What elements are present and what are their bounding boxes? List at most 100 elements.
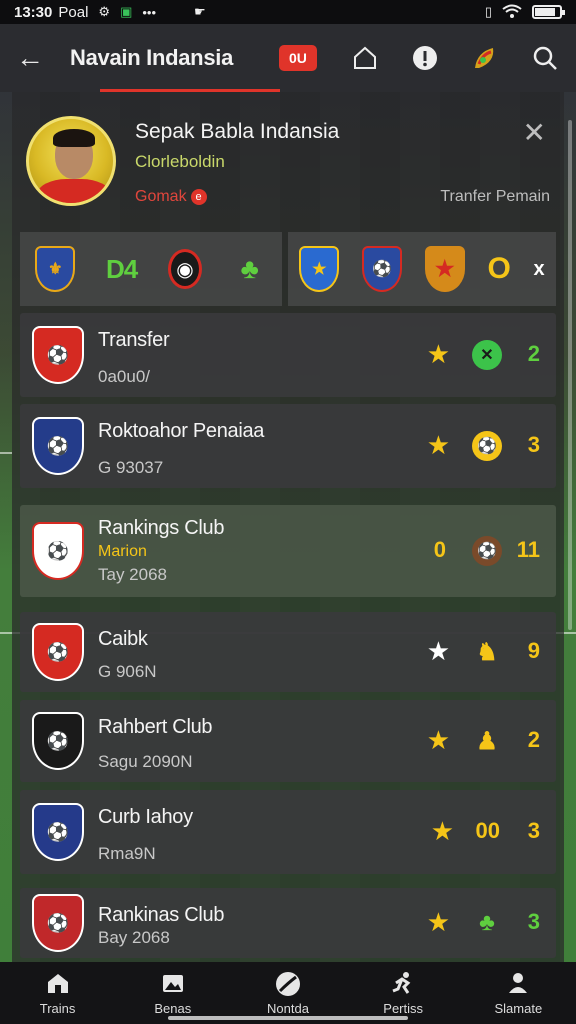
row-status-icon: ♞ [476,638,498,666]
home-icon[interactable] [350,43,380,73]
runner-icon [390,971,416,997]
image-icon [161,971,185,997]
row-title: Rankings Club [98,517,225,539]
nav-item-benas[interactable]: Benas [128,971,218,1016]
row-status-icon: ⚽ [472,536,502,566]
close-strip-icon[interactable]: x [534,258,545,281]
club-o-badge[interactable]: O [487,252,510,286]
club-logo-icon: ⚽ [32,712,84,770]
row-title: Curb Iahoy [98,806,193,828]
scrollbar[interactable] [568,120,572,630]
search-icon[interactable] [530,43,560,73]
list-item[interactable]: ⚽ Rankinas Club Bay 2068 ★ ♣ 3 [20,888,556,958]
row-left-number: 00 [475,818,500,843]
profile-card: Sepak Babla Indansia Clorleboldin Gomak … [20,100,556,220]
star-icon[interactable]: ★ [427,636,450,667]
vibrate-icon: ▯ [484,4,492,19]
row-number: 3 [527,818,540,843]
club-text-badge[interactable]: D4 [106,254,138,285]
row-meta: 0a0u0/ [98,367,150,386]
star-icon[interactable]: ★ [427,339,450,370]
star-icon[interactable]: ★ [427,907,450,938]
row-meta: G 906N [98,662,157,681]
nav-label: Nontda [267,1000,309,1016]
leaf-icon[interactable] [470,43,500,73]
list-item[interactable]: ⚽ Rahbert Club Sagu 2090N ★ ♟ 2 [20,700,556,782]
app-bar: ← Navain Indansia 0U [0,24,576,92]
row-title: Caibk [98,628,148,650]
nav-item-trains[interactable]: Trains [13,971,103,1016]
gesture-icon: ☛ [194,4,206,19]
more-icon: ••• [142,4,157,20]
row-meta: Rma9N [98,844,156,863]
club-logo-icon: ⚽ [32,803,84,861]
list-item[interactable]: ⚽ Curb Iahoy Rma9N 00 ★ 3 [20,790,556,874]
photo-icon: ▣ [120,4,133,19]
row-number: 2 [527,341,540,366]
row-number: 2 [527,727,540,752]
app-badge[interactable]: 0U [279,45,317,71]
row-status-icon: ⚽ [472,431,502,461]
person-icon [506,971,530,997]
wifi-icon [502,4,522,21]
star-icon[interactable]: ★ [427,725,450,756]
badge-strip-left: ⚜ D4 ◉ ♣ [20,232,282,306]
row-status-icon: ♣ [479,909,495,936]
ball-icon [275,971,301,997]
profile-name: Sepak Babla Indansia [135,120,340,143]
club-crest[interactable]: ♣ [233,249,267,289]
row-title: Rankinas Club [98,904,225,926]
nav-item-pertiss[interactable]: Pertiss [358,971,448,1016]
battery-icon [532,5,565,19]
list-item[interactable]: ⚽ Rankings Club Marion Tay 2068 0 ⚽ 11 [20,505,556,597]
close-icon[interactable]: ✕ [523,116,546,149]
club-crest[interactable]: ★ [299,246,340,292]
transfer-link[interactable]: Tranfer Pemain [440,188,550,206]
row-title: Transfer [98,329,170,351]
row-number: 9 [527,638,540,663]
row-number: 3 [527,909,540,934]
badge-strip-right: ★ ⚽ ★ O x [288,232,556,306]
profile-subtitle: Clorleboldin [135,152,225,171]
club-crest[interactable]: ⚽ [362,246,403,292]
home-icon [46,971,70,997]
nav-label: Pertiss [383,1000,424,1016]
profile-tag[interactable]: Gomak e [135,188,207,206]
nav-item-nontda[interactable]: Nontda [243,971,333,1016]
club-crest[interactable]: ★ [424,246,465,292]
row-number: 11 [516,537,540,562]
nav-item-slamate[interactable]: Slamate [473,971,563,1016]
avatar[interactable] [26,116,116,206]
club-logo-icon: ⚽ [32,522,84,580]
star-icon[interactable]: ★ [431,816,454,847]
nav-label: Trains [39,1000,76,1016]
tag-icon: e [190,189,207,205]
list-item[interactable]: ⚽ Transfer 0a0u0/ ★ ✕ 2 [20,313,556,397]
club-logo-icon: ⚽ [32,894,84,952]
status-carrier: Poal [58,3,89,21]
row-title: Rahbert Club [98,716,213,738]
list-item[interactable]: ⚽ Roktoahor Penaiaa G 93037 ★ ⚽ 3 [20,404,556,488]
club-crest[interactable]: ⚜ [35,246,76,292]
info-icon[interactable] [410,43,440,73]
row-left-number: 0 [433,537,446,562]
club-crest[interactable]: ◉ [167,249,202,289]
row-number: 3 [527,432,540,457]
row-status-icon: ♟ [476,727,498,755]
club-logo-icon: ⚽ [32,417,84,475]
star-icon[interactable]: ★ [427,430,450,461]
tab-indicator [100,89,280,92]
row-highlight: Marion [98,543,147,560]
club-logo-icon: ⚽ [32,326,84,384]
profile-tag-label: Gomak [135,188,187,205]
home-indicator[interactable] [168,1016,408,1020]
club-logo-icon: ⚽ [32,623,84,681]
settings-icon: ⚙ [98,4,111,19]
nav-label: Slamate [494,1000,543,1016]
bottom-nav: Trains Benas Nontda Pertiss Slamate [0,962,576,1024]
status-bar: 13:30 Poal ⚙ ▣ ••• ☛ ▯ [0,0,576,24]
back-icon[interactable]: ← [16,42,56,74]
row-status-icon: ✕ [472,340,502,370]
row-meta: Tay 2068 [98,565,167,584]
list-item[interactable]: ⚽ Caibk G 906N ★ ♞ 9 [20,612,556,692]
